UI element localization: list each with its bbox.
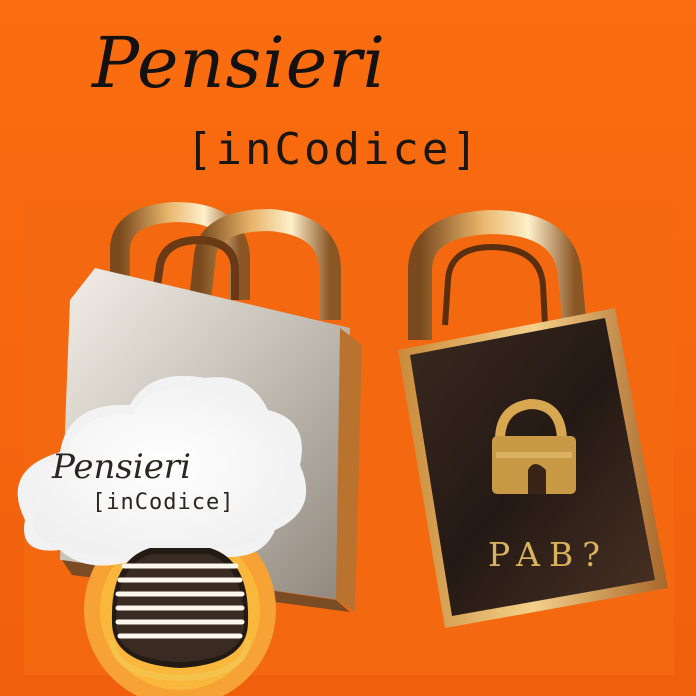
cover-title: Pensieri [92, 22, 387, 104]
badge-subtitle: [inCodice] [92, 490, 235, 515]
cover-subtitle: [inCodice] [186, 124, 481, 175]
podcast-cover-art [0, 0, 696, 696]
padlock-engraving: PAB? [488, 535, 609, 574]
badge-title: Pensieri [52, 447, 191, 487]
